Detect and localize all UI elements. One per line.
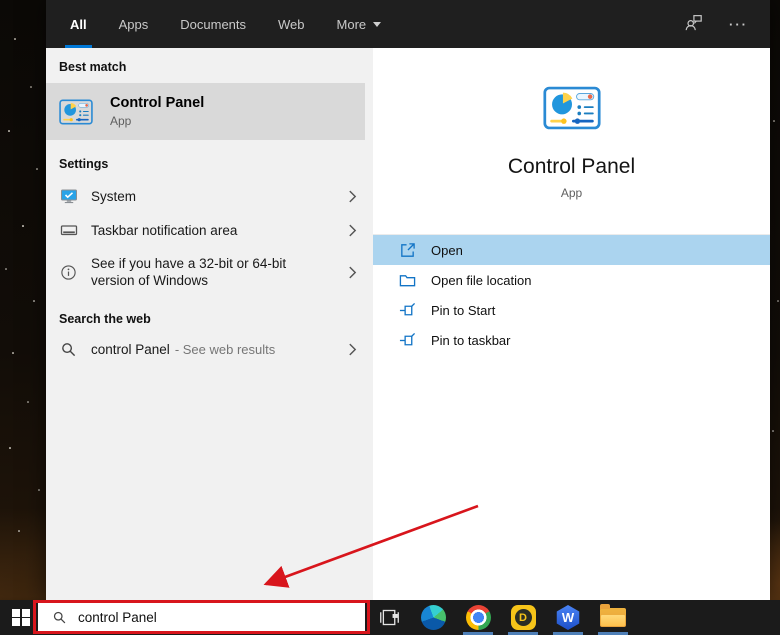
chevron-right-icon <box>348 189 357 204</box>
best-match-header: Best match <box>59 60 127 74</box>
more-options-icon[interactable]: ··· <box>729 17 748 32</box>
action-pin-to-taskbar[interactable]: Pin to taskbar <box>373 325 770 355</box>
best-match-type: App <box>110 114 132 128</box>
windows-logo-icon <box>12 608 30 627</box>
info-icon <box>59 264 78 281</box>
chevron-right-icon <box>348 223 357 238</box>
web-search-suffix: - See web results <box>174 341 276 357</box>
wps-office-icon: W <box>556 605 580 630</box>
pin-icon <box>398 332 417 349</box>
preview-app-title: Control Panel <box>507 155 636 178</box>
action-list: Open Open file location Pin to Start Pin… <box>373 235 770 355</box>
taskbar: control Panel D W <box>0 600 780 635</box>
preview-app-type: App <box>560 186 583 200</box>
search-results: Best match Control Panel App Settings Sy… <box>46 48 770 600</box>
tab-all[interactable]: All <box>65 0 92 48</box>
best-match-result[interactable]: Control Panel App <box>46 83 365 140</box>
action-open-file-location[interactable]: Open file location <box>373 265 770 295</box>
search-web-header: Search the web <box>59 312 151 326</box>
best-match-title: Control Panel <box>110 95 205 111</box>
control-panel-icon <box>543 86 601 130</box>
taskbar-rect-icon <box>59 221 78 239</box>
taskbar-search-value: control Panel <box>78 610 157 625</box>
filter-tabs: All Apps Documents Web More <box>65 0 408 48</box>
user-account-icon[interactable] <box>683 12 703 37</box>
results-list: Best match Control Panel App Settings Sy… <box>46 48 373 600</box>
control-panel-icon <box>59 99 93 125</box>
chevron-down-icon <box>373 21 382 27</box>
system-monitor-icon <box>59 187 78 205</box>
preview-pane: Control Panel App Open Open file locatio… <box>373 48 770 600</box>
desktop: All Apps Documents Web More ··· Best mat <box>0 0 780 635</box>
pinned-app-chrome[interactable] <box>456 600 500 635</box>
chevron-right-icon <box>348 342 357 357</box>
folder-outline-icon <box>398 272 417 289</box>
pinned-app-file-explorer[interactable] <box>591 600 635 635</box>
microsoft-edge-icon <box>420 605 446 630</box>
start-button[interactable] <box>0 600 42 635</box>
task-view-icon <box>379 609 399 626</box>
settings-item-taskbar-notification[interactable]: Taskbar notification area <box>46 213 373 247</box>
pinned-app-d[interactable]: D <box>501 600 545 635</box>
search-filter-bar: All Apps Documents Web More ··· <box>46 0 770 48</box>
tab-more[interactable]: More <box>332 0 387 48</box>
action-pin-to-start[interactable]: Pin to Start <box>373 295 770 325</box>
d-letter-app-icon: D <box>510 605 536 630</box>
search-icon <box>52 610 67 625</box>
file-explorer-icon <box>600 604 626 627</box>
settings-header: Settings <box>59 157 109 171</box>
web-search-query: control Panel <box>91 341 170 357</box>
task-view-button[interactable] <box>372 600 406 635</box>
search-icon <box>59 341 78 358</box>
wallpaper-stars <box>0 0 2 2</box>
pin-icon <box>398 302 417 319</box>
tab-web[interactable]: Web <box>273 0 310 48</box>
action-open[interactable]: Open <box>373 235 770 265</box>
topbar-actions: ··· <box>683 0 748 48</box>
google-chrome-icon <box>465 605 491 630</box>
settings-item-system[interactable]: System <box>46 179 373 213</box>
tab-apps[interactable]: Apps <box>114 0 154 48</box>
chevron-right-icon <box>348 265 357 280</box>
tab-documents[interactable]: Documents <box>175 0 251 48</box>
pinned-app-edge[interactable] <box>411 600 455 635</box>
pinned-app-wps[interactable]: W <box>546 600 590 635</box>
web-search-result[interactable]: control Panel - See web results <box>46 332 373 366</box>
settings-item-32-64-bit[interactable]: See if you have a 32-bit or 64-bit versi… <box>46 247 373 297</box>
taskbar-search-box[interactable]: control Panel <box>38 603 365 632</box>
open-icon <box>398 242 417 259</box>
search-flyout: All Apps Documents Web More ··· Best mat <box>46 0 770 600</box>
